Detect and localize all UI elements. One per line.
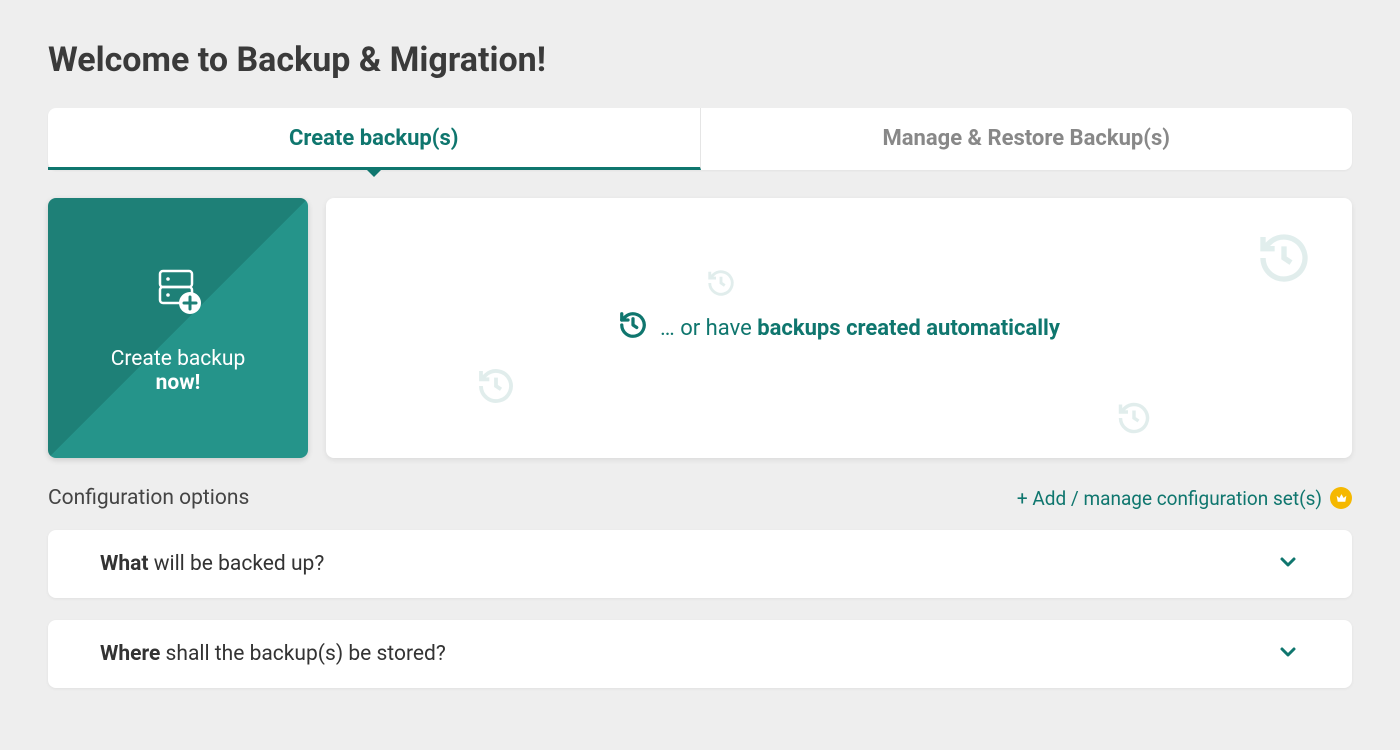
chevron-down-icon [1276,640,1300,668]
add-config-link-text: + Add / manage configuration set(s) [1017,487,1322,510]
accordion-what-title: What will be backed up? [100,552,324,576]
history-icon [706,268,736,302]
config-header: Configuration options + Add / manage con… [48,486,1352,510]
history-icon [1116,400,1152,440]
history-icon [476,366,516,410]
tabs-container: Create backup(s) Manage & Restore Backup… [48,108,1352,170]
accordion-what[interactable]: What will be backed up? [48,530,1352,598]
create-backup-now-button[interactable]: Create backup now! [48,198,308,458]
history-icon [618,310,648,346]
auto-prefix-text: … or have [660,316,757,341]
crown-icon [1330,487,1352,509]
server-plus-icon [146,261,210,329]
accordion-where[interactable]: Where shall the backup(s) be stored? [48,620,1352,688]
add-config-link[interactable]: + Add / manage configuration set(s) [1017,487,1352,510]
page-title: Welcome to Backup & Migration! [48,40,1352,80]
auto-bold-text: backups created automatically [757,316,1060,341]
config-options-label: Configuration options [48,486,249,510]
history-icon [1256,230,1312,290]
tab-manage-restore[interactable]: Manage & Restore Backup(s) [701,108,1353,170]
auto-backup-label: … or have backups created automatically [618,310,1060,346]
accordion-where-title: Where shall the backup(s) be stored? [100,642,446,666]
action-row: Create backup now! … or have backups cre… [48,198,1352,458]
tab-create-backups[interactable]: Create backup(s) [48,108,701,170]
auto-backup-button[interactable]: … or have backups created automatically [326,198,1352,458]
create-now-label-line2: now! [156,371,201,395]
create-now-label-line1: Create backup [111,347,246,371]
chevron-down-icon [1276,550,1300,578]
